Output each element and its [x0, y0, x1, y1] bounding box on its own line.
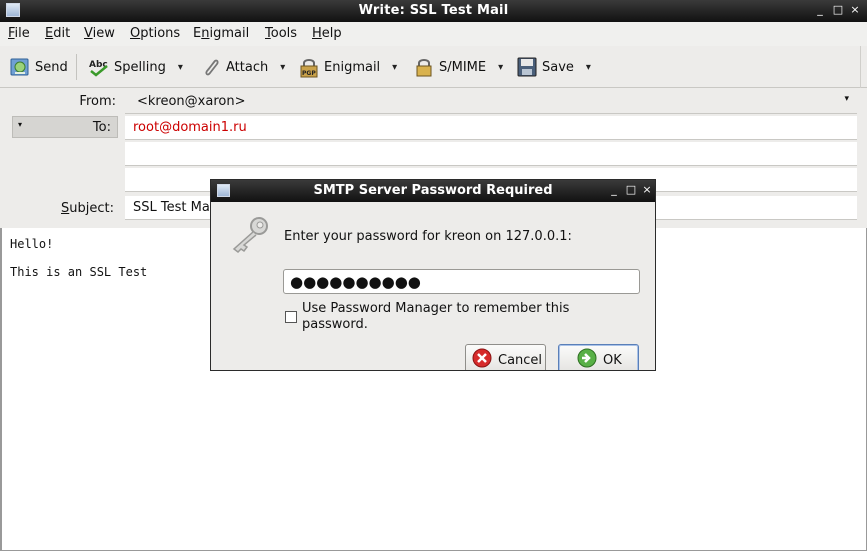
enigmail-dropdown-icon[interactable]: ▾	[392, 62, 397, 73]
cancel-icon	[472, 348, 492, 370]
password-masked-value: ●●●●●●●●●●	[290, 273, 421, 291]
floppy-disk-icon	[516, 56, 538, 78]
spelling-icon: Abc	[88, 56, 110, 78]
window-title: Write: SSL Test Mail	[358, 3, 509, 18]
spelling-label: Spelling	[114, 59, 166, 75]
send-button[interactable]: Send	[9, 55, 68, 79]
to-field[interactable]: root@domain1.ru	[125, 116, 857, 140]
toolbar-separator	[76, 54, 77, 80]
svg-text:PGP: PGP	[302, 70, 316, 77]
menu-file[interactable]: File	[8, 26, 30, 41]
to-value: root@domain1.ru	[133, 120, 247, 135]
attach-button[interactable]: Attach ▾	[200, 55, 285, 79]
send-label: Send	[35, 59, 68, 75]
save-button[interactable]: Save ▾	[516, 55, 591, 79]
menu-bar: File Edit View Options Enigmail Tools He…	[0, 22, 867, 46]
save-dropdown-icon[interactable]: ▾	[586, 62, 591, 73]
save-label: Save	[542, 59, 574, 75]
toolbar-overflow-edge	[860, 46, 867, 88]
smime-button[interactable]: S/MIME ▾	[413, 55, 503, 79]
menu-help[interactable]: Help	[312, 26, 342, 41]
body-line-1: Hello!	[10, 237, 54, 251]
menu-enigmail-prefix: E	[193, 26, 202, 41]
menu-edit-mnemonic: E	[45, 26, 54, 41]
attach-dropdown-icon[interactable]: ▾	[280, 62, 285, 73]
from-select[interactable]: <kreon@xaron> ▾	[125, 90, 857, 114]
menu-options-label: ptions	[140, 26, 181, 41]
subject-value: SSL Test Ma	[133, 200, 210, 215]
to-label: To:	[92, 120, 111, 135]
menu-enigmail-label: igmail	[209, 26, 250, 41]
ok-icon	[577, 348, 597, 370]
paperclip-icon	[200, 56, 222, 78]
enigmail-button[interactable]: PGP Enigmail ▾	[298, 55, 397, 79]
from-value: <kreon@xaron>	[137, 94, 246, 109]
remember-password-label: Use Password Manager to remember this pa…	[302, 301, 570, 332]
menu-view[interactable]: View	[84, 26, 115, 41]
smime-label: S/MIME	[439, 59, 487, 75]
subject-label: Subject:	[61, 201, 114, 216]
smime-dropdown-icon[interactable]: ▾	[498, 62, 503, 73]
smtp-password-dialog: SMTP Server Password Required _ □ × Ente…	[210, 179, 656, 371]
recipient-type-select[interactable]: ▾ To:	[12, 116, 118, 138]
ok-label: OK	[603, 352, 622, 368]
ok-button[interactable]: OK	[558, 344, 639, 370]
dialog-close-button[interactable]: ×	[640, 182, 654, 198]
from-label: From:	[79, 94, 116, 109]
attach-label: Attach	[226, 59, 269, 75]
dialog-minimize-button[interactable]: _	[607, 182, 621, 198]
menu-tools[interactable]: Tools	[265, 26, 297, 41]
menu-edit[interactable]: Edit	[45, 26, 70, 41]
from-dropdown-icon: ▾	[844, 94, 849, 104]
spelling-button[interactable]: Abc Spelling ▾	[88, 55, 183, 79]
dialog-title: SMTP Server Password Required	[313, 183, 553, 198]
close-button[interactable]: ×	[847, 2, 863, 18]
menu-file-label: ile	[14, 26, 30, 41]
cancel-button[interactable]: Cancel	[465, 344, 546, 370]
pgp-lock-icon: PGP	[298, 56, 320, 78]
spelling-dropdown-icon[interactable]: ▾	[178, 62, 183, 73]
recipient-field-2[interactable]	[125, 142, 857, 166]
key-icon	[229, 214, 271, 258]
menu-enigmail[interactable]: Enigmail	[193, 26, 249, 41]
dialog-prompt: Enter your password for kreon on 127.0.0…	[284, 229, 572, 244]
menu-edit-label: dit	[53, 26, 71, 41]
cancel-label: Cancel	[498, 352, 543, 368]
menu-view-label: iew	[92, 26, 115, 41]
menu-tools-label: ools	[270, 26, 298, 41]
enigmail-label: Enigmail	[324, 59, 381, 75]
menu-help-label: elp	[321, 26, 342, 41]
dialog-titlebar[interactable]: SMTP Server Password Required _ □ ×	[211, 180, 655, 202]
menu-view-mnemonic: V	[84, 26, 93, 41]
remember-password-checkbox[interactable]	[285, 311, 297, 323]
send-icon	[9, 56, 31, 78]
compose-toolbar: Send Abc Spelling ▾ Attach ▾ PGP Enigmai…	[0, 46, 867, 88]
password-input[interactable]: ●●●●●●●●●●	[283, 269, 640, 294]
dialog-maximize-button[interactable]: □	[624, 182, 638, 198]
minimize-button[interactable]: _	[812, 2, 828, 18]
maximize-button[interactable]: □	[830, 2, 846, 18]
menu-options-mnemonic: O	[130, 26, 141, 41]
menu-options[interactable]: Options	[130, 26, 180, 41]
recipient-type-dropdown-icon: ▾	[18, 120, 23, 129]
body-line-2: This is an SSL Test	[10, 265, 148, 279]
menu-help-mnemonic: H	[312, 26, 322, 41]
lock-icon	[413, 56, 435, 78]
window-titlebar[interactable]: Write: SSL Test Mail _ □ ×	[0, 0, 867, 22]
